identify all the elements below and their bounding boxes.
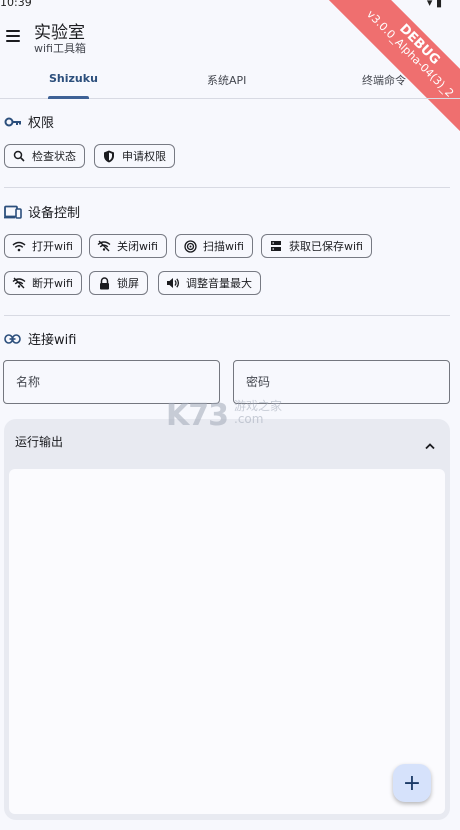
get-saved-wifi-button[interactable]: 获取已保存wifi: [261, 234, 372, 258]
section-permission-title: 权限: [28, 116, 55, 131]
shield-icon: [102, 149, 116, 163]
tab-shizuku[interactable]: Shizuku: [49, 72, 98, 85]
output-area: [9, 469, 445, 814]
request-permission-label: 申请权限: [122, 150, 166, 163]
volume-icon: [166, 276, 180, 290]
open-wifi-button[interactable]: 打开wifi: [4, 234, 82, 258]
status-icons: ▾ ▮: [426, 0, 442, 9]
wifi-off-icon: [12, 276, 26, 290]
max-volume-button[interactable]: 调整音量最大: [158, 271, 261, 295]
watermark-text-line1: 游戏之家: [234, 399, 283, 413]
get-saved-wifi-label: 获取已保存wifi: [289, 240, 363, 253]
tab-terminal[interactable]: 终端命令: [362, 72, 406, 88]
watermark-logo: K73: [166, 398, 229, 433]
wifi-icon: [12, 239, 26, 253]
status-time: 10:39: [0, 0, 32, 9]
max-volume-label: 调整音量最大: [186, 277, 252, 290]
disconnect-wifi-button[interactable]: 断开wifi: [4, 271, 82, 295]
output-title: 运行输出: [15, 435, 64, 449]
disconnect-wifi-label: 断开wifi: [32, 277, 73, 290]
close-wifi-label: 关闭wifi: [117, 240, 158, 253]
add-button[interactable]: +: [393, 764, 431, 802]
page-subtitle: wifi工具箱: [34, 42, 86, 55]
check-status-label: 检查状态: [32, 150, 76, 163]
lock-icon: [97, 276, 111, 290]
section-device-control-title: 设备控制: [28, 206, 81, 221]
storage-icon: [269, 239, 283, 253]
tab-system-api[interactable]: 系统API: [207, 72, 246, 88]
wifi-off-icon: [97, 239, 111, 253]
wifi-password-input[interactable]: [233, 360, 450, 404]
request-permission-button[interactable]: 申请权限: [94, 144, 175, 168]
divider: [4, 187, 450, 188]
section-connect-wifi-title: 连接wifi: [28, 333, 77, 348]
watermark: K73 游戏之家 .com: [166, 398, 282, 433]
tab-indicator: [48, 96, 89, 99]
watermark-text: 游戏之家 .com: [234, 400, 282, 426]
scan-wifi-label: 扫描wifi: [203, 240, 244, 253]
menu-icon[interactable]: [6, 30, 20, 42]
tab-bar: Shizuku 系统API 终端命令: [0, 62, 460, 99]
section-device-control: 设备控制: [4, 202, 80, 221]
check-status-button[interactable]: 检查状态: [4, 144, 85, 168]
search-icon: [12, 149, 26, 163]
scan-wifi-button[interactable]: 扫描wifi: [175, 234, 253, 258]
close-wifi-button[interactable]: 关闭wifi: [89, 234, 167, 258]
divider: [4, 315, 450, 316]
watermark-text-line2: .com: [234, 412, 264, 426]
radar-icon: [183, 239, 197, 253]
devices-icon: [4, 205, 22, 219]
output-card: 运行输出: [4, 419, 450, 820]
open-wifi-label: 打开wifi: [32, 240, 73, 253]
key-icon: [4, 116, 22, 128]
lock-screen-button[interactable]: 锁屏: [89, 271, 148, 295]
lock-screen-label: 锁屏: [117, 277, 139, 290]
chevron-up-icon[interactable]: [424, 435, 436, 454]
section-connect-wifi: 连接wifi: [4, 329, 76, 348]
link-icon: [4, 333, 22, 344]
section-permission: 权限: [4, 112, 54, 131]
